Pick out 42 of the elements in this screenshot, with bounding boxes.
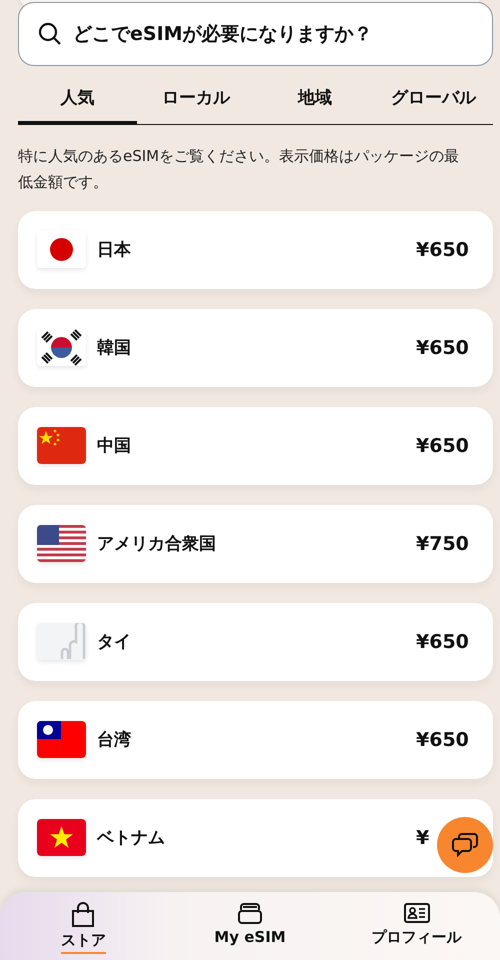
tab[interactable]: 地域 (256, 82, 374, 125)
country-name: アメリカ合衆国 (97, 533, 217, 555)
price: ¥650 (416, 434, 469, 456)
flag-icon (37, 525, 86, 562)
price: ¥650 (416, 336, 469, 358)
nav-tab[interactable]: My eSIM (214, 928, 286, 950)
chat-bubbles-icon (452, 833, 478, 857)
destination-card[interactable]: タイ ¥650 (18, 602, 493, 680)
destination-card[interactable]: 中国 ¥650 (18, 406, 493, 484)
destination-card[interactable]: 台湾 ¥650 (18, 700, 493, 778)
tab[interactable]: グローバル (374, 82, 493, 125)
destination-card[interactable]: ベトナム ¥ (18, 798, 493, 876)
flag-icon (37, 329, 86, 366)
country-name: 台湾 (97, 729, 132, 751)
search-icon (38, 22, 62, 46)
price: ¥750 (416, 532, 469, 554)
country-name: 中国 (97, 435, 132, 457)
country-name: 韓国 (97, 337, 132, 359)
destination-card[interactable]: 韓国 ¥650 (18, 308, 493, 386)
country-name: タイ (97, 631, 132, 653)
image-placeholder-icon (37, 623, 86, 660)
price: ¥650 (416, 238, 469, 260)
country-name: ベトナム (97, 827, 166, 849)
flag-icon (37, 231, 86, 268)
price: ¥650 (416, 728, 469, 750)
price: ¥650 (416, 630, 469, 652)
flag-icon (37, 427, 86, 464)
tab[interactable]: ローカル (136, 82, 256, 125)
tab[interactable]: 人気 (18, 82, 137, 125)
nav-tab[interactable]: ストア (60, 931, 106, 954)
flag-icon (37, 721, 86, 758)
nav-tab[interactable]: プロフィール (372, 928, 462, 951)
flag-icon (37, 819, 86, 856)
card-stack-icon (238, 902, 262, 924)
destination-card[interactable]: 日本 ¥650 (18, 210, 493, 288)
country-name: 日本 (97, 239, 132, 261)
description-text: 特に人気のあるeSIMをご覧ください。表示価格はパッケージの最低金額です。 (18, 146, 460, 192)
shopping-bag-icon (71, 902, 96, 927)
destination-card[interactable]: アメリカ合衆国 ¥750 (18, 504, 493, 582)
id-card-icon (404, 902, 430, 924)
price: ¥ (416, 826, 430, 848)
search-field[interactable]: どこでeSIMが必要になりますか？ (18, 2, 493, 66)
